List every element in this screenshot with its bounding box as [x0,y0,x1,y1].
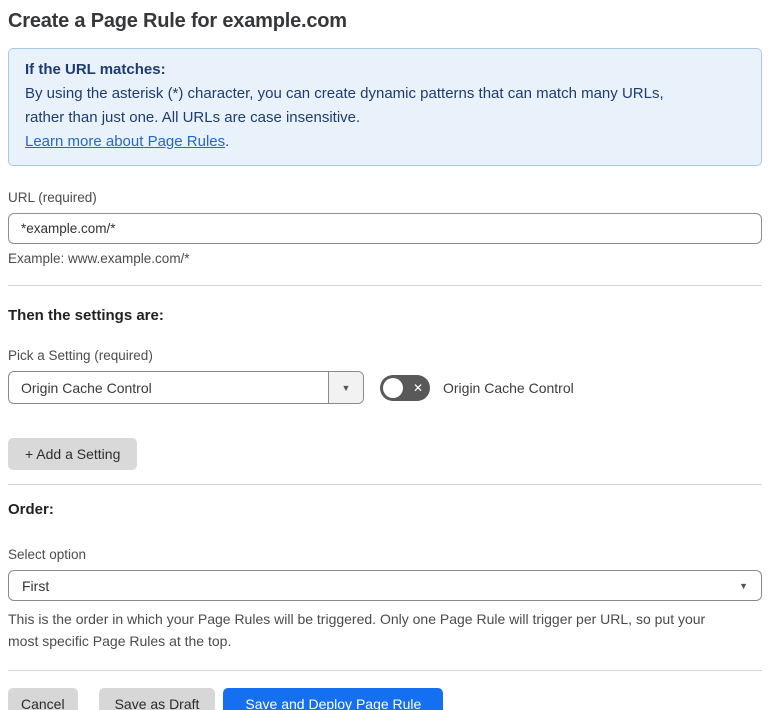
setting-select[interactable]: Origin Cache Control ▼ [8,371,364,404]
order-helper-text: This is the order in which your Page Rul… [8,611,706,649]
toggle-off-x-icon: ✕ [412,380,423,395]
page-title: Create a Page Rule for example.com [8,10,347,32]
divider [8,484,762,485]
order-select-value: First [22,577,50,594]
cancel-button[interactable]: Cancel [8,688,78,710]
link-suffix: . [225,133,230,150]
page-rule-form: Create a Page Rule for example.com If th… [0,10,770,710]
save-as-draft-button[interactable]: Save as Draft [98,688,216,710]
learn-more-link[interactable]: Learn more about Page Rules [25,133,225,150]
order-section-heading: Order: [8,501,54,518]
info-box-body: By using the asterisk (*) character, you… [25,85,664,126]
url-field-label: URL (required) [8,190,97,205]
pick-setting-label: Pick a Setting (required) [8,348,153,363]
divider [8,285,762,286]
settings-section-heading: Then the settings are: [8,307,164,324]
divider [8,670,762,672]
toggle-label: Origin Cache Control [443,379,574,396]
setting-row: Origin Cache Control ▼ ✕ Origin Cache Co… [8,371,762,404]
chevron-down-icon[interactable]: ▼ [739,581,748,591]
add-setting-button[interactable]: + Add a Setting [8,438,138,470]
origin-cache-control-toggle[interactable]: ✕ [380,374,430,401]
toggle-knob [383,377,403,398]
url-example-helper: Example: www.example.com/* [8,251,190,266]
url-match-info-box: If the URL matches: By using the asteris… [8,48,762,166]
select-option-label: Select option [8,547,87,562]
save-and-deploy-button[interactable]: Save and Deploy Page Rule [223,688,444,710]
order-select[interactable]: First ▼ [8,570,762,601]
info-box-link-line: Learn more about Page Rules. [25,130,745,154]
chevron-down-icon[interactable]: ▼ [328,372,363,403]
info-box-heading: If the URL matches: [25,61,166,78]
setting-select-value: Origin Cache Control [21,379,152,396]
url-input[interactable] [8,213,762,244]
footer-actions: Cancel Save as Draft Save and Deploy Pag… [8,688,762,710]
